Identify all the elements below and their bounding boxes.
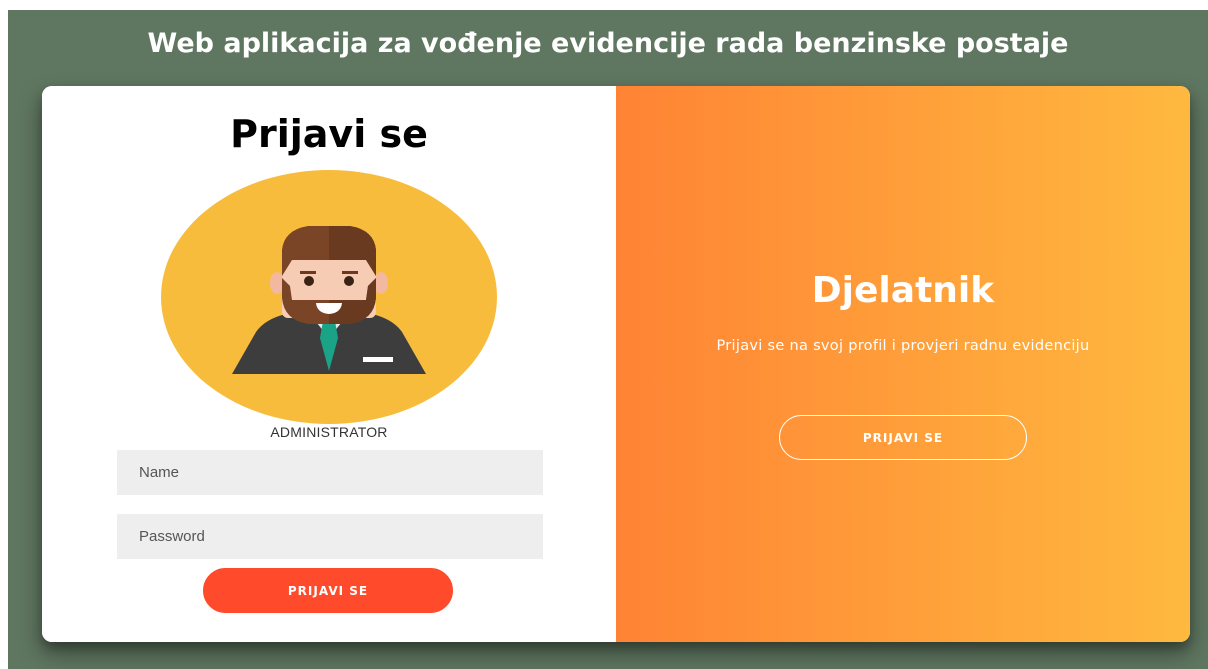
page-background: Web aplikacija za vođenje evidencije rad… [8, 10, 1208, 669]
name-input[interactable] [117, 450, 543, 495]
login-heading: Prijavi se [230, 112, 428, 156]
password-input[interactable] [117, 514, 543, 559]
employee-login-button[interactable]: PRIJAVI SE [779, 415, 1027, 460]
businessman-avatar-icon [161, 170, 497, 424]
app-title: Web aplikacija za vođenje evidencije rad… [147, 28, 1069, 59]
login-card: Prijavi se ADMINISTRATOR Name PRIJAVI SE… [42, 86, 1190, 642]
employee-overlay-panel: Djelatnik Prijavi se na svoj profil i pr… [616, 86, 1190, 642]
login-button[interactable]: PRIJAVI SE [203, 568, 453, 613]
overlay-description: Prijavi se na svoj profil i provjeri rad… [716, 338, 1090, 354]
admin-login-panel: Prijavi se ADMINISTRATOR Name PRIJAVI SE [42, 86, 616, 642]
overlay-title: Djelatnik [811, 270, 995, 311]
role-label: ADMINISTRATOR [270, 424, 388, 440]
